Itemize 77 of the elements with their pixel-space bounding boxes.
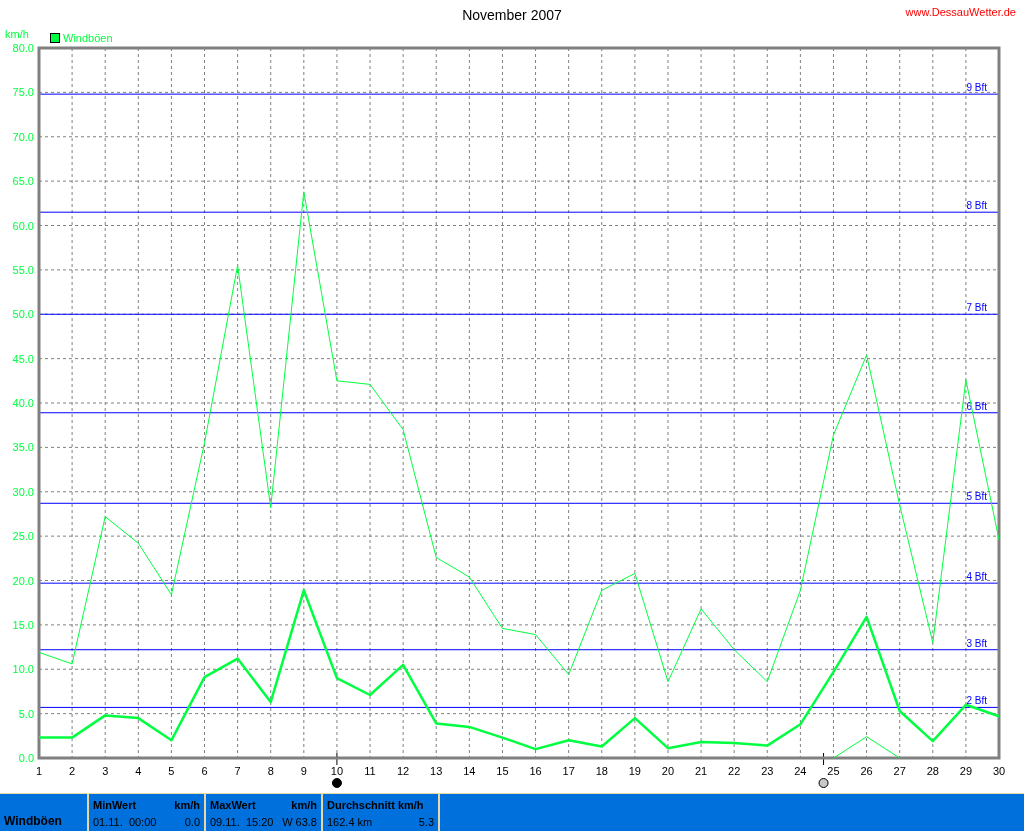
wind-gust-line	[833, 736, 901, 759]
full-moon-icon	[331, 778, 342, 788]
stats-unit: km/h	[174, 798, 200, 813]
y-tick-label: 55.0	[12, 263, 34, 276]
stats-label: Windböen	[4, 813, 62, 830]
x-tick-label: 24	[794, 765, 807, 777]
stats-heading: Durchschnitt km/h	[327, 798, 424, 813]
beaufort-label: 8 Bft	[966, 200, 987, 212]
y-tick-label: 0.0	[18, 752, 34, 764]
beaufort-label: 2 Bft	[966, 695, 987, 707]
x-tick-label: 20	[661, 765, 675, 777]
stats-unit: km/h	[291, 798, 317, 813]
stats-time: 162.4 km	[327, 814, 373, 830]
x-tick-label: 28	[926, 765, 939, 777]
stats-heading: MinWert	[93, 798, 137, 813]
x-tick-label: 27	[893, 765, 906, 777]
x-tick-label: 25	[827, 765, 840, 777]
y-tick-label: 20.0	[12, 574, 34, 587]
x-tick-label: 4	[135, 765, 142, 777]
stats-time: 09.11. 15:20	[210, 814, 274, 830]
tick-mark	[336, 752, 338, 766]
x-tick-label: 21	[694, 765, 708, 777]
x-tick-label: 19	[628, 765, 641, 777]
x-tick-label: 23	[761, 765, 774, 777]
x-tick-label: 12	[397, 765, 410, 777]
x-tick-label: 16	[529, 765, 542, 777]
legend-label: Windböen	[63, 32, 113, 44]
y-tick-label: 75.0	[12, 86, 34, 99]
x-tick-label: 2	[69, 765, 76, 777]
x-tick-label: 6	[201, 765, 208, 777]
y-tick-label: 15.0	[12, 618, 34, 631]
x-tick-label: 7	[234, 765, 241, 777]
y-tick-label: 10.0	[12, 663, 34, 676]
beaufort-label: 6 Bft	[966, 400, 987, 412]
x-tick-label: 1	[35, 765, 43, 777]
tick-mark	[823, 752, 825, 766]
y-tick-label: 45.0	[12, 352, 34, 365]
stats-value: W 63.8	[282, 814, 317, 830]
y-tick-label: 60.0	[12, 219, 34, 232]
x-tick-label: 9	[300, 765, 307, 777]
y-tick-label: 5.0	[18, 707, 34, 720]
beaufort-label: 7 Bft	[966, 302, 987, 314]
y-tick-label: 70.0	[12, 130, 34, 143]
x-tick-label: 26	[860, 765, 873, 777]
stats-value: 5.3	[418, 814, 434, 830]
y-tick-label: 30.0	[12, 485, 34, 498]
beaufort-label: 5 Bft	[966, 491, 987, 503]
x-tick-label: 14	[463, 765, 476, 777]
x-tick-label: 22	[728, 765, 741, 777]
legend-swatch-icon	[50, 33, 60, 43]
x-tick-label: 5	[168, 765, 175, 777]
beaufort-label: 3 Bft	[966, 637, 987, 649]
y-axis-unit: km/h	[5, 28, 29, 40]
stats-heading: MaxWert	[210, 798, 256, 813]
beaufort-label: 9 Bft	[966, 82, 987, 94]
new-moon-icon	[818, 778, 829, 788]
x-tick-label: 15	[496, 765, 509, 777]
x-tick-label: 10	[330, 765, 344, 777]
beaufort-label: 4 Bft	[966, 571, 987, 583]
y-tick-label: 65.0	[12, 175, 34, 188]
x-tick-label: 13	[430, 765, 443, 777]
x-tick-label: 8	[267, 765, 274, 777]
x-tick-label: 17	[562, 765, 575, 777]
y-tick-label: 80.0	[12, 42, 34, 54]
x-tick-label: 30	[992, 765, 1006, 777]
y-tick-label: 50.0	[12, 308, 34, 321]
stats-time: 01.11. 00:00	[93, 814, 157, 830]
y-tick-label: 35.0	[12, 441, 34, 454]
x-tick-label: 29	[959, 765, 972, 777]
x-tick-label: 11	[364, 765, 376, 777]
chart-title: November 2007	[462, 7, 562, 23]
y-tick-label: 40.0	[12, 397, 34, 409]
stats-value: 0.0	[184, 814, 200, 830]
y-tick-label: 25.0	[12, 530, 34, 543]
x-tick-label: 3	[102, 765, 109, 777]
x-tick-label: 18	[595, 765, 608, 777]
site-link[interactable]: www.DessauWetter.de	[905, 6, 1016, 18]
